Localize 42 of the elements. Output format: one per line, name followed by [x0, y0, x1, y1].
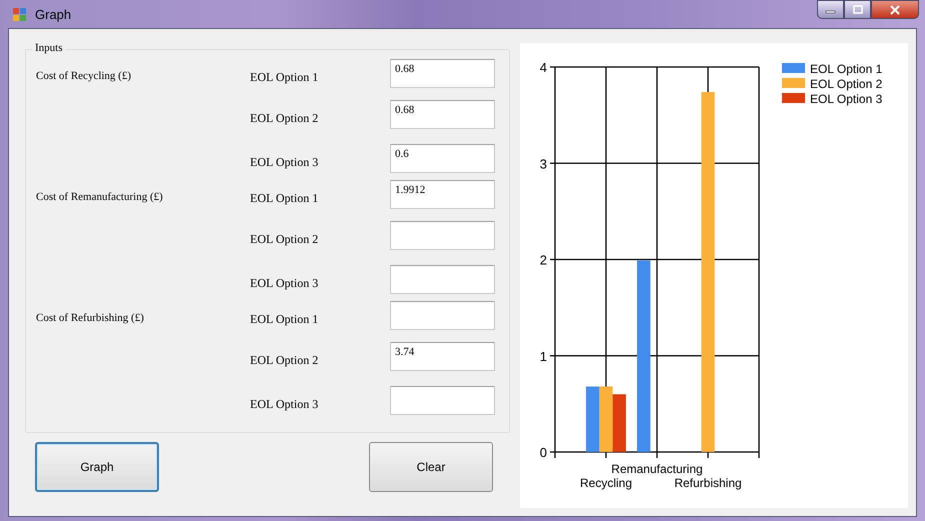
group-label: Cost of Remanufacturing (£) [36, 191, 163, 203]
field-label: EOL Option 2 [250, 232, 320, 247]
field-label: EOL Option 1 [250, 191, 320, 206]
push-button[interactable]: Graph [35, 442, 159, 492]
maximize-icon [852, 4, 864, 14]
group-title: Inputs [32, 42, 66, 54]
field-label: EOL Option 2 [250, 353, 320, 368]
x-axis-label: Recycling [580, 476, 632, 490]
input-field[interactable]: 0.6 [390, 144, 495, 173]
y-tick-label: 0 [540, 445, 547, 460]
app-icon [13, 8, 26, 20]
push-button[interactable]: Clear [369, 442, 493, 492]
field-label: EOL Option 3 [250, 397, 320, 412]
maximize-button[interactable] [844, 0, 871, 19]
close-icon [889, 4, 901, 14]
x-axis-label: Refurbishing [674, 476, 742, 490]
legend-label: EOL Option 1 [810, 62, 882, 76]
y-tick-label: 2 [540, 252, 547, 268]
minimize-button[interactable] [817, 0, 844, 19]
input-field[interactable] [390, 301, 495, 330]
window-title: Graph [35, 6, 72, 22]
group-label: Cost of Recycling (£) [36, 70, 132, 82]
field-label: EOL Option 3 [250, 155, 320, 170]
field-label: EOL Option 3 [250, 276, 320, 291]
field-label: EOL Option 2 [250, 111, 320, 126]
close-button[interactable] [871, 0, 919, 19]
legend-label: EOL Option 3 [810, 92, 882, 106]
group-label: Cost of Refurbishing (£) [36, 312, 144, 324]
input-field[interactable]: 1.9912 [390, 180, 495, 209]
field-label: EOL Option 1 [250, 70, 320, 85]
y-tick-label: 1 [540, 348, 547, 364]
input-field[interactable] [390, 221, 495, 250]
input-field[interactable] [390, 265, 495, 294]
input-field[interactable]: 3.74 [390, 342, 495, 371]
input-field[interactable] [390, 386, 495, 415]
input-field[interactable]: 0.68 [390, 59, 495, 88]
input-field[interactable]: 0.68 [390, 100, 495, 129]
x-axis-label: Remanufacturing [611, 462, 703, 476]
y-tick-label: 3 [540, 156, 547, 172]
legend-label: EOL Option 2 [810, 77, 882, 91]
y-tick-label: 4 [540, 60, 547, 75]
field-label: EOL Option 1 [250, 312, 320, 327]
